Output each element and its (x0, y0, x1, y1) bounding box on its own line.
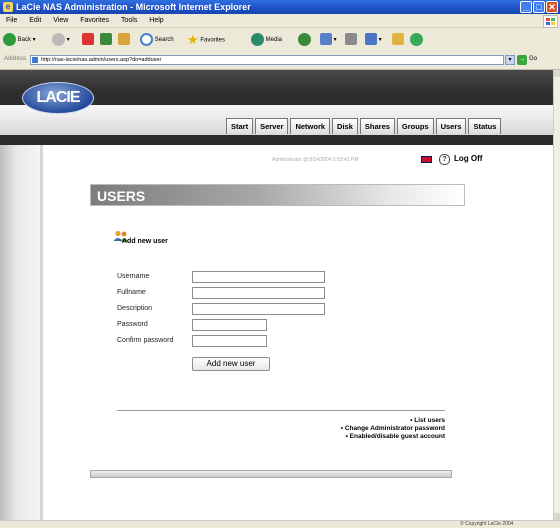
tab-server[interactable]: Server (255, 118, 289, 134)
tab-disk[interactable]: Disk (332, 118, 358, 134)
scroll-up-icon[interactable] (554, 70, 560, 77)
media-button[interactable]: Media (251, 33, 282, 47)
menu-help[interactable]: Help (149, 17, 163, 24)
menu-tools[interactable]: Tools (121, 17, 137, 24)
add-new-user-button[interactable]: Add new user (192, 357, 270, 371)
history-button[interactable] (298, 33, 311, 47)
guest-account-link[interactable]: • Enabled/disable guest account (341, 433, 445, 441)
session-status: Administrator @ 8/14/2004 5:53:41 PM (272, 157, 359, 163)
go-button[interactable]: Go (529, 56, 537, 62)
tab-network[interactable]: Network (290, 118, 331, 134)
refresh-icon (100, 33, 112, 46)
confirm-password-input[interactable] (192, 335, 267, 347)
close-button[interactable]: ✕ (546, 1, 558, 13)
page-title-banner: USERS (90, 184, 465, 206)
help-icon[interactable]: ? (439, 154, 450, 165)
ie-icon: e (3, 2, 13, 12)
page-icon (32, 57, 38, 63)
username-label: Username (117, 273, 150, 280)
mail-button[interactable]: ▾ (320, 33, 337, 47)
windows-flag-icon (543, 15, 558, 28)
list-users-link[interactable]: • List users (341, 417, 445, 425)
uk-flag-icon[interactable] (421, 156, 432, 163)
favorites-label: Favorites (200, 37, 226, 44)
confirm-password-label: Confirm password (117, 337, 174, 344)
fullname-input[interactable] (192, 287, 325, 299)
tab-users[interactable]: Users (435, 118, 467, 134)
mail-icon (320, 33, 332, 46)
messenger-icon (410, 33, 423, 46)
search-button[interactable]: Search (140, 33, 174, 47)
search-label: Search (154, 37, 174, 44)
address-input[interactable]: http://nas-lacie/nas.admin/users.asp?do=… (30, 55, 504, 65)
divider (117, 410, 445, 411)
browser-toolbar: Back ▾ ▾ Search ★ Favorites Media ▾ ▾ (0, 28, 560, 53)
history-icon (298, 33, 311, 46)
edit-icon (365, 33, 377, 46)
footer-bar (90, 470, 452, 478)
tab-start[interactable]: Start (226, 118, 254, 134)
forward-arrow-icon (52, 33, 65, 46)
messenger-button[interactable] (410, 33, 423, 47)
action-links: • List users • Change Administrator pass… (341, 417, 445, 441)
home-button[interactable] (118, 33, 130, 47)
fullname-label: Fullname (117, 289, 146, 296)
address-dropdown-button[interactable]: ▾ (505, 55, 515, 65)
left-decor-line (40, 145, 43, 520)
discuss-icon (392, 33, 404, 46)
stop-icon (82, 33, 94, 46)
tab-groups[interactable]: Groups (396, 118, 434, 134)
menu-bar: File Edit View Favorites Tools Help (0, 14, 560, 28)
address-bar: Address http://nas-lacie/nas.admin/users… (0, 52, 560, 70)
window-title: LaCie NAS Administration - Microsoft Int… (16, 2, 251, 12)
password-label: Password (117, 321, 148, 328)
password-input[interactable] (192, 319, 267, 331)
forward-button[interactable]: ▾ (52, 33, 70, 47)
window-titlebar: e LaCie NAS Administration - Microsoft I… (0, 0, 560, 14)
page-title: USERS (97, 188, 146, 204)
back-button[interactable]: Back ▾ (3, 33, 36, 47)
favorites-button[interactable]: ★ Favorites (187, 33, 225, 47)
print-button[interactable] (345, 33, 357, 47)
media-label: Media (265, 37, 283, 44)
menu-edit[interactable]: Edit (29, 17, 41, 24)
media-icon (251, 33, 264, 46)
description-label: Description (117, 305, 153, 312)
discuss-button[interactable] (392, 33, 404, 47)
go-arrow-icon[interactable]: → (517, 55, 527, 65)
print-icon (345, 33, 357, 46)
description-input[interactable] (192, 303, 325, 315)
address-label: Address (4, 56, 27, 62)
star-icon: ★ (187, 32, 199, 47)
vertical-scrollbar[interactable] (553, 70, 560, 520)
section-title: Add new user (122, 238, 168, 245)
refresh-button[interactable] (100, 33, 112, 47)
menu-file[interactable]: File (6, 17, 17, 24)
minimize-button[interactable]: _ (520, 1, 532, 13)
search-icon (140, 33, 153, 46)
tab-shares[interactable]: Shares (359, 118, 395, 134)
scroll-down-icon[interactable] (554, 513, 560, 520)
edit-button[interactable]: ▾ (365, 33, 382, 47)
change-admin-password-link[interactable]: • Change Administrator password (341, 425, 445, 433)
username-input[interactable] (192, 271, 325, 283)
stop-button[interactable] (82, 33, 94, 47)
logoff-link[interactable]: Log Off (454, 154, 482, 163)
back-label: Back (17, 37, 32, 44)
tab-status[interactable]: Status (468, 118, 502, 134)
lacie-logo: LACIE (22, 82, 94, 114)
back-arrow-icon (3, 33, 16, 46)
site-header: LACIE Start Server Network Disk Shares G… (0, 70, 553, 145)
left-decor-bar (0, 145, 40, 520)
page-content: LACIE Start Server Network Disk Shares G… (0, 70, 553, 520)
menu-favorites[interactable]: Favorites (80, 17, 109, 24)
home-icon (118, 33, 130, 46)
main-nav: Start Server Network Disk Shares Groups … (226, 118, 503, 135)
menu-view[interactable]: View (53, 17, 68, 24)
maximize-button[interactable]: □ (533, 1, 545, 13)
